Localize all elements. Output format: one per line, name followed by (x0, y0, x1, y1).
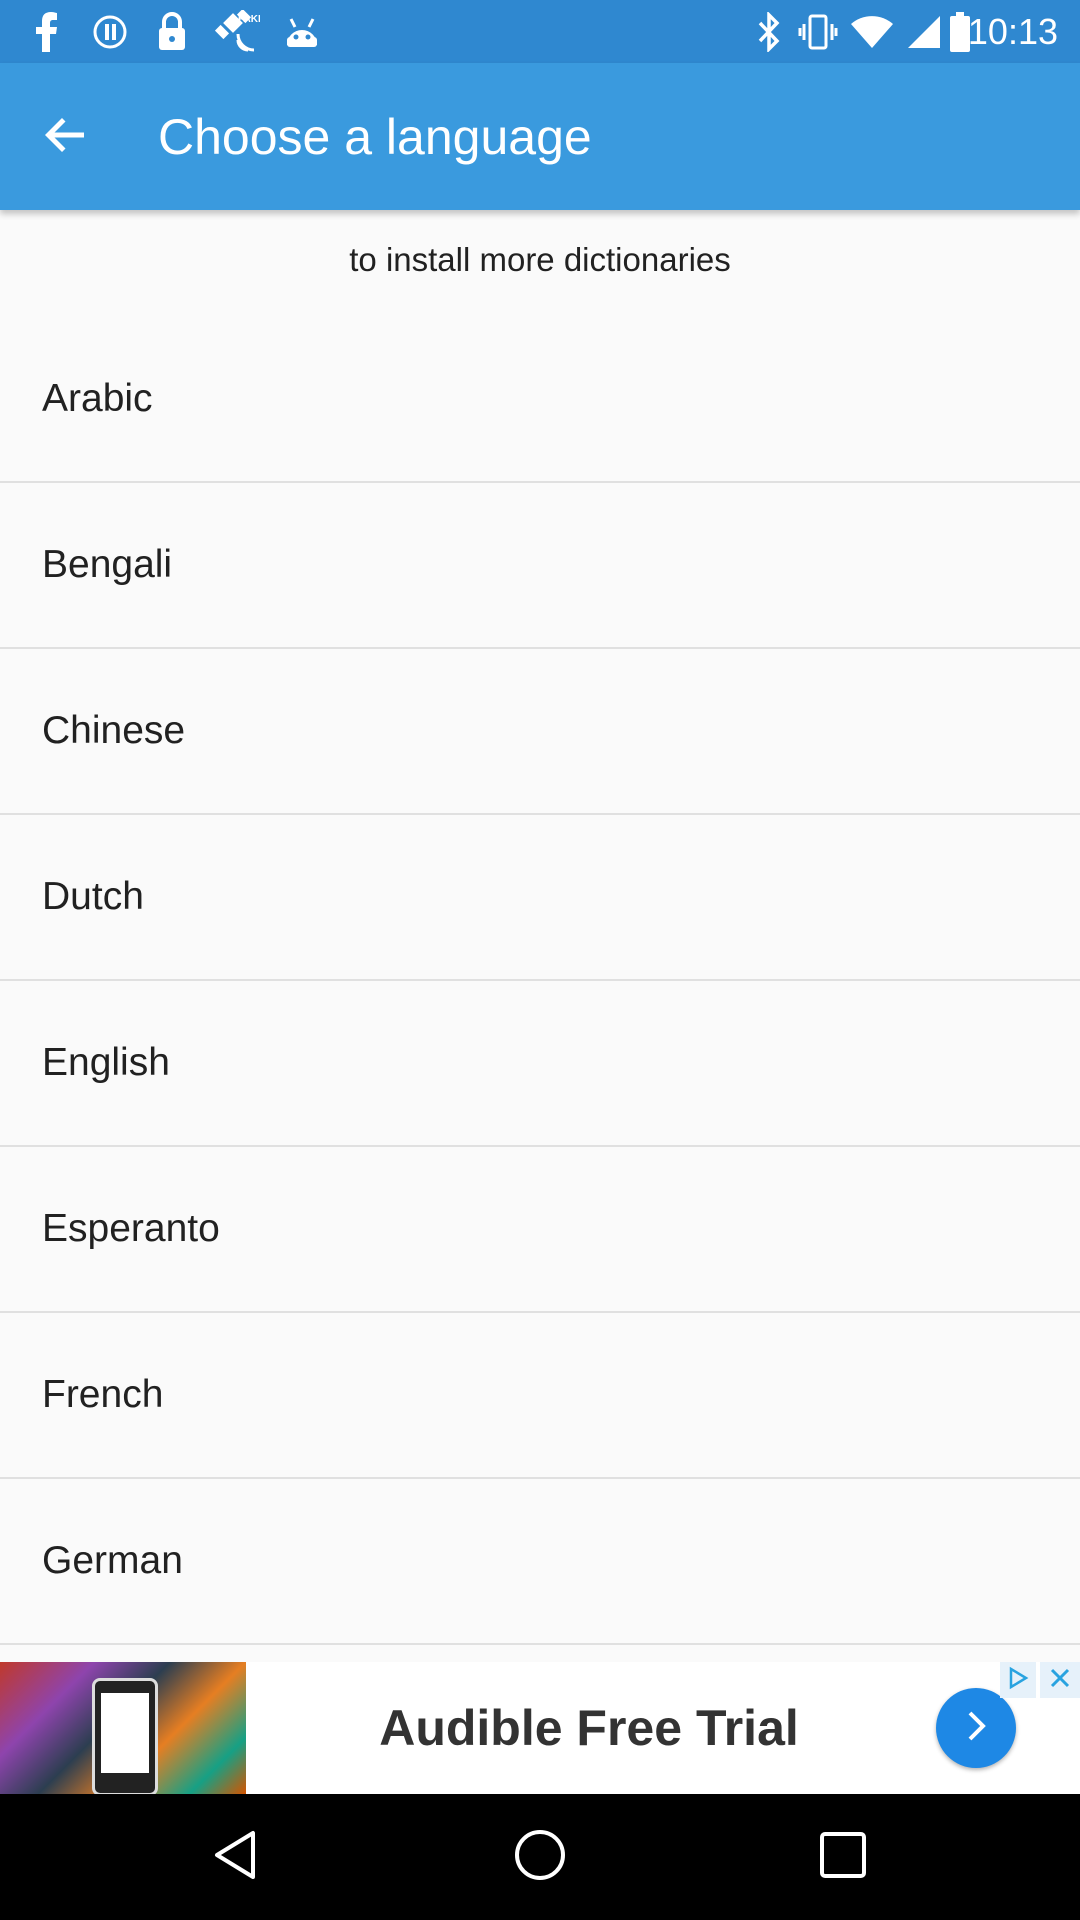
status-time: 10:13 (967, 11, 1058, 52)
list-item-french[interactable]: French (0, 1313, 1080, 1479)
language-list: Arabic Bengali Chinese Dutch English Esp… (0, 317, 1080, 1645)
bluetooth-icon (752, 10, 786, 54)
list-item-bengali[interactable]: Bengali (0, 483, 1080, 649)
list-item-label: English (42, 1041, 170, 1084)
language-content: to install more dictionaries Arabic Beng… (0, 210, 1080, 1662)
ad-cta-button[interactable] (936, 1688, 1016, 1768)
android-icon (280, 10, 324, 54)
list-item-label: Chinese (42, 709, 186, 752)
close-icon (1048, 1666, 1072, 1695)
list-item-label: Bengali (42, 543, 173, 586)
nav-back-button[interactable] (204, 1824, 270, 1890)
ad-image (0, 1662, 246, 1794)
list-item-esperanto[interactable]: Esperanto (0, 1147, 1080, 1313)
list-item-chinese[interactable]: Chinese (0, 649, 1080, 815)
app-bar: Choose a language (0, 63, 1080, 210)
page-title: Choose a language (158, 109, 592, 165)
home-circle-icon (512, 1827, 568, 1888)
nav-home-button[interactable] (507, 1824, 573, 1890)
ad-banner[interactable]: Audible Free Trial (0, 1662, 1080, 1794)
install-hint: to install more dictionaries (349, 241, 731, 278)
screen: FAKE 10:13 Choose a language (0, 0, 1080, 1920)
arrow-back-icon (44, 113, 88, 162)
facebook-icon (26, 10, 66, 54)
chevron-right-icon (959, 1709, 993, 1748)
list-item-arabic[interactable]: Arabic (0, 317, 1080, 483)
list-item-label: German (42, 1539, 183, 1582)
phone-image (92, 1678, 158, 1794)
list-item-english[interactable]: English (0, 981, 1080, 1147)
list-item-label: Esperanto (42, 1207, 220, 1250)
lock-icon (152, 10, 192, 54)
list-item-label: French (42, 1373, 164, 1416)
wifi-icon (848, 10, 896, 54)
nav-recents-button[interactable] (810, 1824, 876, 1890)
vibrate-icon (796, 10, 840, 54)
list-item-german[interactable]: German (0, 1479, 1080, 1645)
svg-text:FAKE: FAKE (238, 14, 260, 25)
list-item-dutch[interactable]: Dutch (0, 815, 1080, 981)
list-item-label: Dutch (42, 875, 144, 918)
ad-choices-button[interactable] (1000, 1662, 1036, 1698)
fake-gps-icon: FAKE (210, 10, 262, 54)
recents-square-icon (817, 1829, 869, 1886)
status-bar: FAKE 10:13 (0, 0, 1080, 63)
back-triangle-icon (209, 1827, 265, 1888)
messenger-icon (88, 10, 132, 54)
system-nav-bar (0, 1794, 1080, 1920)
back-button[interactable] (30, 101, 102, 173)
ad-text: Audible Free Trial (379, 1700, 799, 1756)
ad-close-button[interactable] (1040, 1662, 1080, 1698)
ad-choices-icon (1006, 1666, 1030, 1695)
signal-icon (904, 10, 944, 54)
list-item-label: Arabic (42, 377, 153, 420)
